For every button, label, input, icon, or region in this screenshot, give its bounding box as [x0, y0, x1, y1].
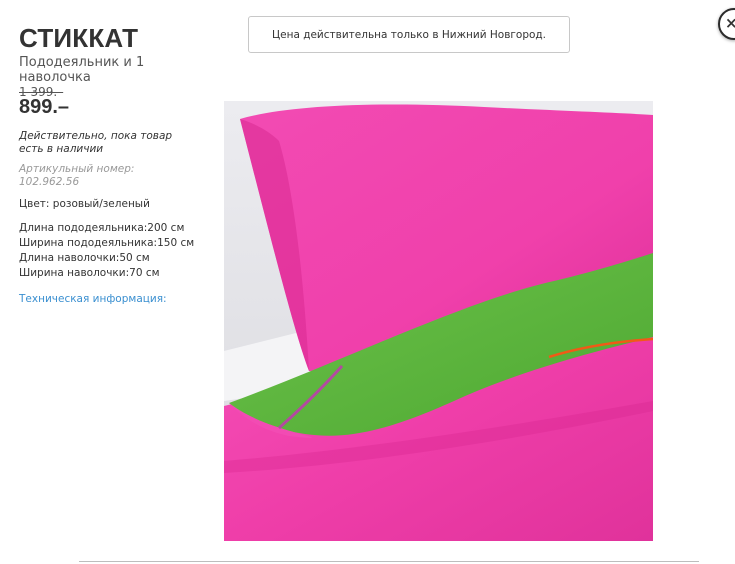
new-price: 899.–	[19, 96, 70, 118]
dimensions-list: Длина пододеяльника:200 см Ширина пододе…	[19, 221, 194, 281]
product-name: СТИККАТ	[19, 23, 139, 53]
tech-info-link[interactable]: Техническая информация:	[19, 293, 167, 306]
product-type: Пододеяльник и 1 наволочка	[19, 55, 145, 85]
dimension-item: Ширина пододеяльника:150 см	[19, 237, 195, 249]
color-info: Цвет: розовый/зеленый	[19, 198, 150, 210]
dimension-item: Ширина наволочки:70 см	[19, 267, 160, 279]
dimension-item: Длина пододеяльника:200 см	[19, 222, 185, 234]
price-notice: Цена действительна только в Нижний Новго…	[248, 16, 570, 53]
article-number: Артикульный номер: 102.962.56	[19, 163, 135, 188]
dimension-item: Длина наволочки:50 см	[19, 252, 150, 264]
product-image	[224, 101, 653, 541]
price-notice-text: Цена действительна только в Нижний Новго…	[271, 28, 547, 41]
close-icon: ×	[725, 14, 735, 32]
availability-note: Действительно, пока товар есть в наличии	[19, 130, 173, 155]
close-button[interactable]: ×	[718, 8, 735, 40]
bottom-divider	[79, 561, 699, 562]
